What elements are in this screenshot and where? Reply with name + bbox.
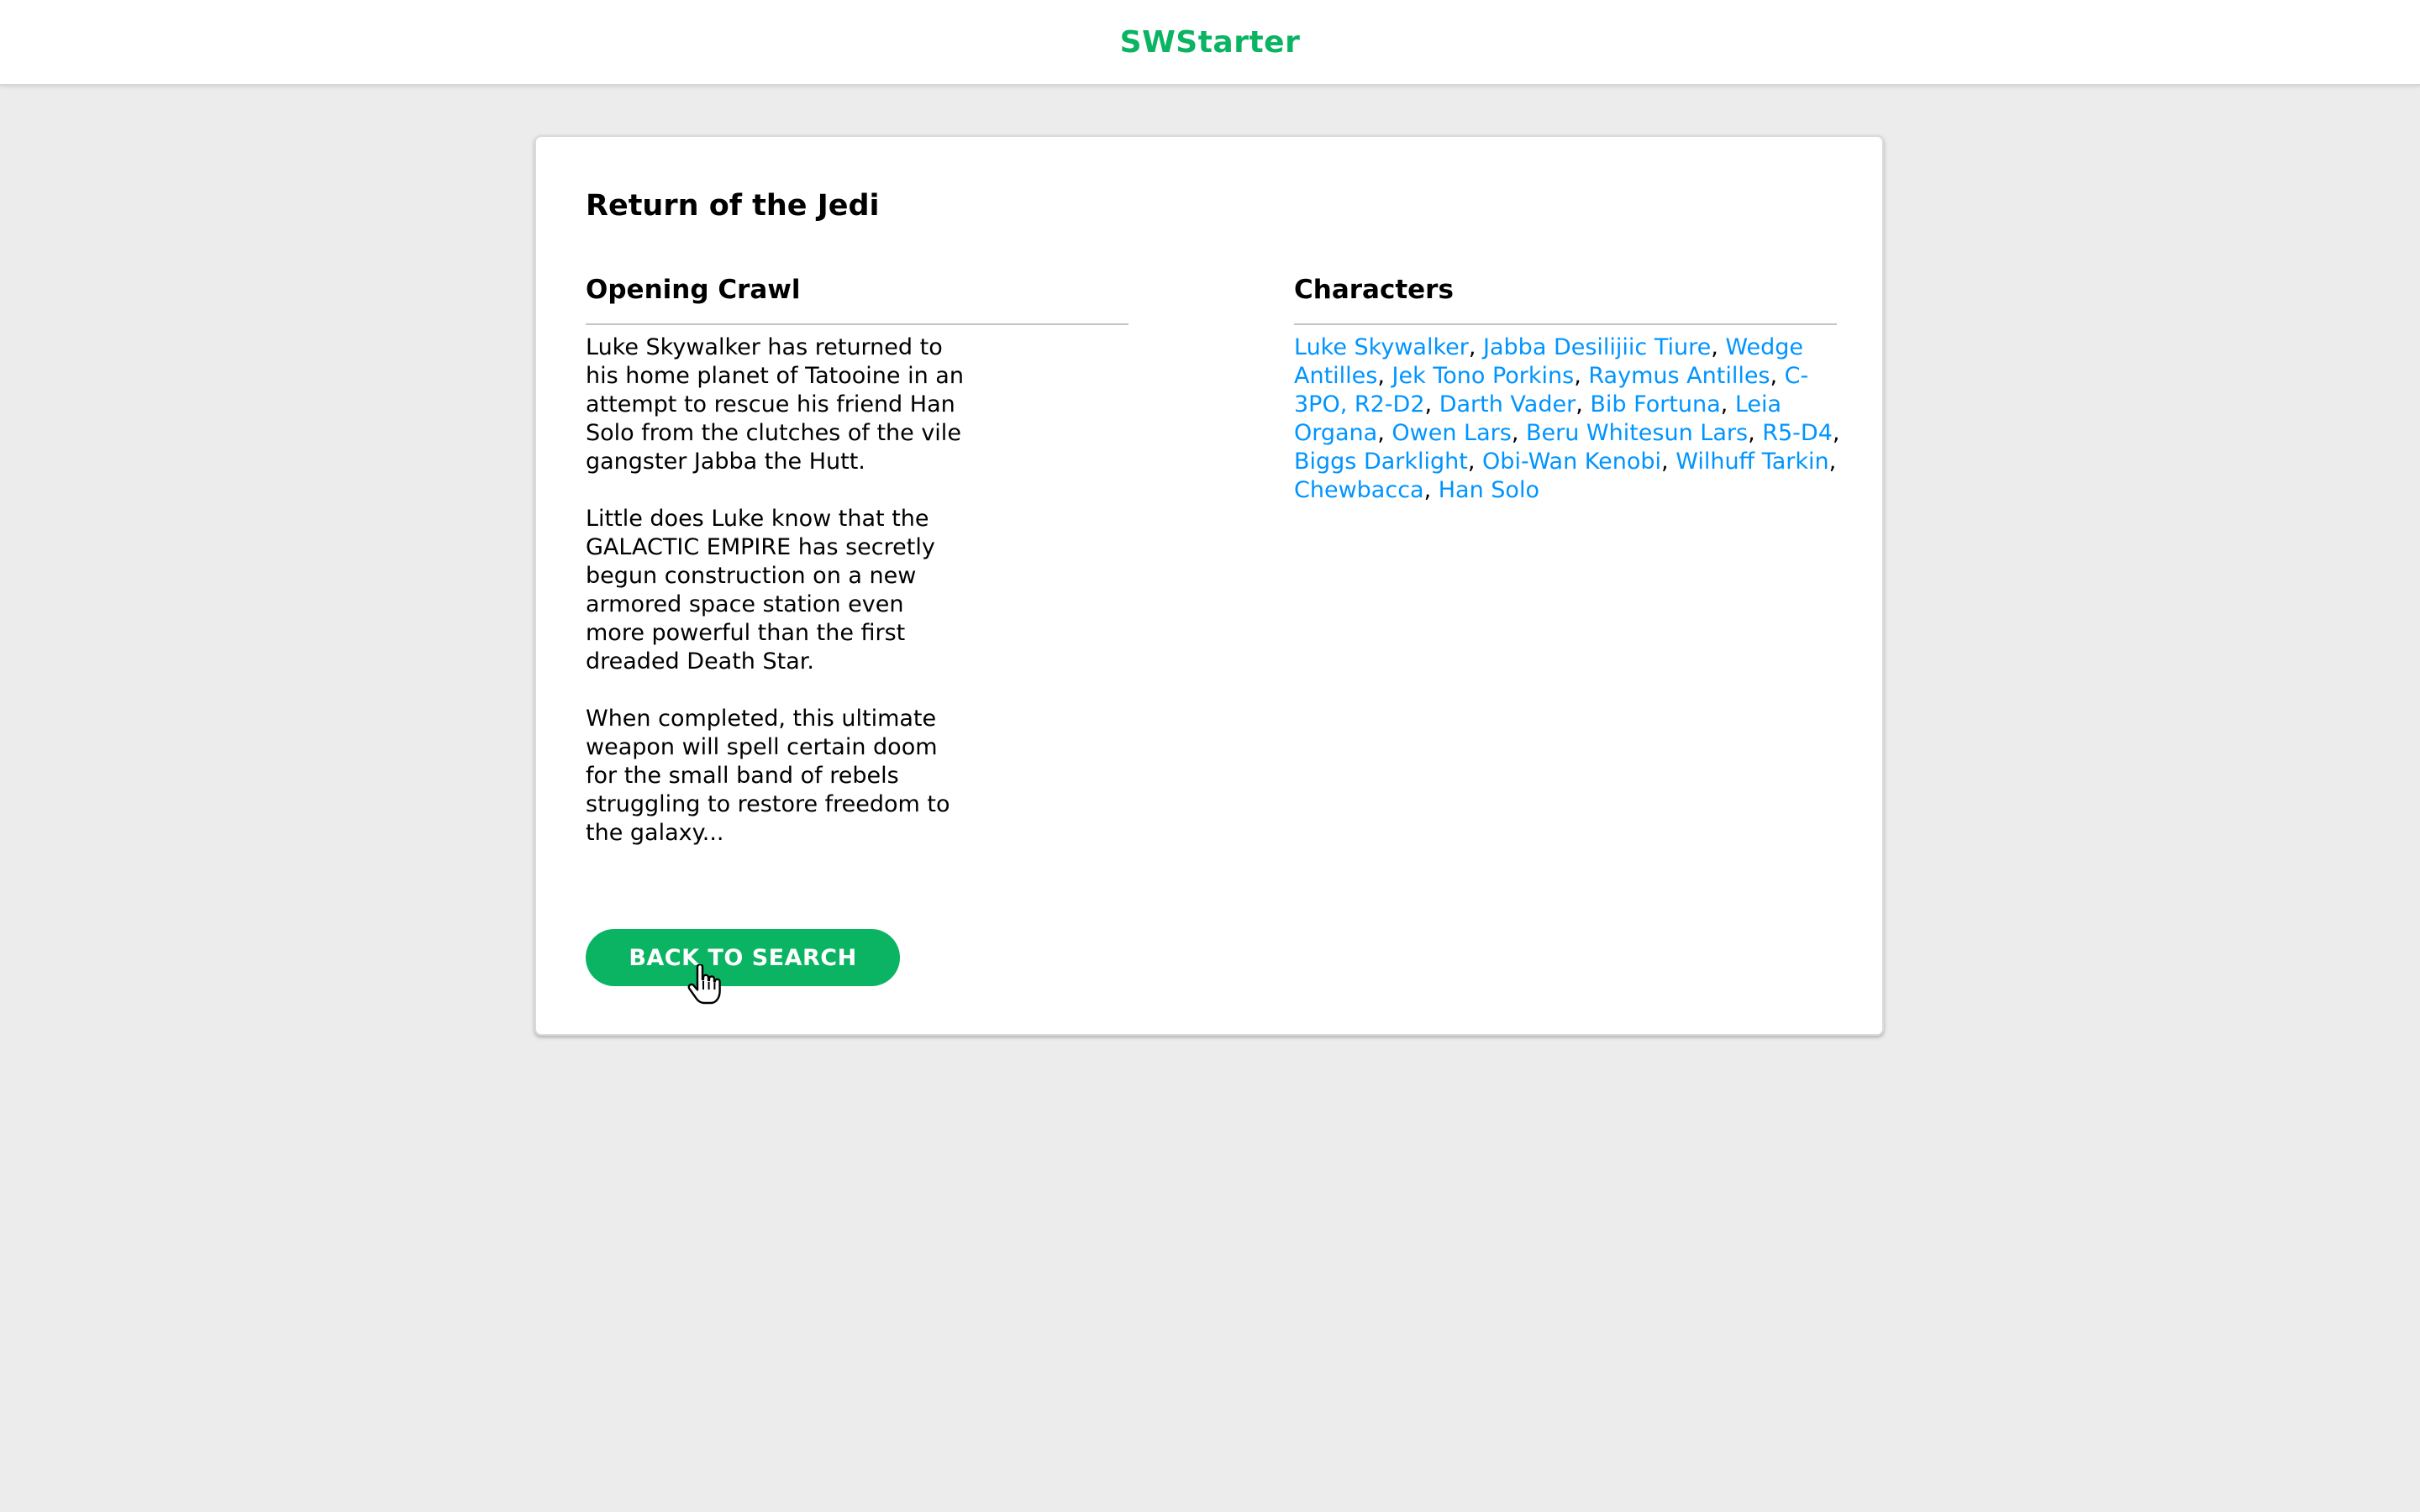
character-link[interactable]: Raymus Antilles (1588, 363, 1770, 389)
app-title[interactable]: SWStarter (1120, 25, 1301, 60)
crawl-paragraph: Luke Skywalker has returned to his home … (586, 334, 964, 475)
character-separator: , (1711, 334, 1726, 360)
character-link[interactable]: R5-D4 (1762, 420, 1833, 446)
character-link[interactable]: Jek Tono Porkins (1392, 363, 1575, 389)
characters-divider (1294, 323, 1837, 325)
character-link[interactable]: Luke Skywalker (1294, 334, 1469, 360)
character-link[interactable]: Chewbacca (1294, 477, 1424, 503)
character-separator: , (1511, 420, 1526, 446)
character-link[interactable]: Jabba Desilijiic Tiure (1483, 334, 1711, 360)
opening-crawl-text: Luke Skywalker has returned to his home … (586, 333, 964, 876)
film-title: Return of the Jedi (586, 189, 880, 223)
character-separator: , (1770, 363, 1785, 389)
character-link[interactable]: Obi-Wan Kenobi (1482, 449, 1661, 475)
character-separator: , (1576, 391, 1591, 417)
character-link[interactable]: Han Solo (1439, 477, 1539, 503)
crawl-paragraph: Little does Luke know that the GALACTIC … (586, 506, 935, 675)
characters-heading: Characters (1294, 275, 1454, 305)
crawl-paragraph: When completed, this ultimate weapon wil… (586, 706, 950, 846)
character-list: Luke Skywalker, Jabba Desilijiic Tiure, … (1294, 333, 1840, 505)
character-link[interactable]: Biggs Darklight (1294, 449, 1468, 475)
character-separator: , (1828, 449, 1837, 475)
film-details-card: Return of the Jedi Opening Crawl Luke Sk… (534, 135, 1884, 1036)
character-link[interactable]: Beru Whitesun Lars (1526, 420, 1748, 446)
character-separator: , (1377, 420, 1392, 446)
character-separator: , (1832, 420, 1840, 446)
character-separator: , (1574, 363, 1589, 389)
character-link[interactable]: Owen Lars (1392, 420, 1511, 446)
character-separator: , (1424, 391, 1439, 417)
opening-crawl-divider (586, 323, 1128, 325)
character-separator: , (1661, 449, 1676, 475)
character-separator: , (1720, 391, 1735, 417)
hand-pointer-icon (687, 964, 721, 1005)
back-to-search-button[interactable]: BACK TO SEARCH (586, 929, 900, 986)
character-link[interactable]: Wilhuff Tarkin (1676, 449, 1828, 475)
character-separator: , (1423, 477, 1439, 503)
character-link[interactable]: Darth Vader (1439, 391, 1576, 417)
top-header: SWStarter (0, 0, 2420, 86)
character-separator: , (1748, 420, 1763, 446)
opening-crawl-heading: Opening Crawl (586, 275, 801, 305)
character-separator: , (1468, 334, 1484, 360)
character-separator: , (1377, 363, 1392, 389)
character-separator: , (1467, 449, 1483, 475)
character-link[interactable]: Bib Fortuna (1590, 391, 1720, 417)
